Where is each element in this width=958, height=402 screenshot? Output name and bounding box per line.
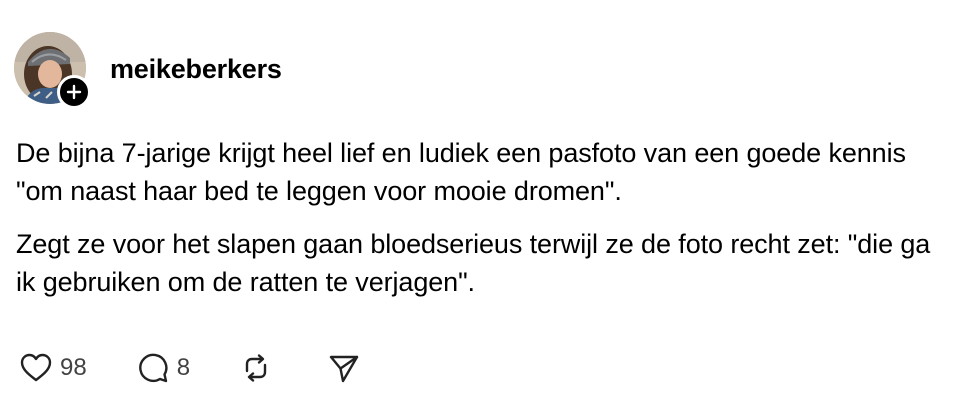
- heart-icon: [20, 353, 52, 382]
- like-button[interactable]: 98: [18, 350, 87, 386]
- speech-bubble-icon: [138, 353, 168, 383]
- plus-icon: [66, 84, 82, 100]
- repost-button[interactable]: [238, 350, 274, 386]
- avatar-container: [14, 32, 91, 109]
- reply-count: 8: [176, 354, 191, 381]
- follow-button[interactable]: [57, 75, 91, 109]
- send-icon: [329, 355, 359, 383]
- post-paragraph: Zegt ze voor het slapen gaan bloedserieu…: [16, 229, 931, 297]
- action-bar: 98 8: [18, 348, 362, 388]
- post-paragraph: De bijna 7-jarige krijgt heel lief en lu…: [16, 138, 906, 206]
- username[interactable]: meikeberkers: [110, 54, 282, 85]
- like-count: 98: [60, 354, 87, 381]
- share-button[interactable]: [326, 350, 362, 386]
- repost-icon: [245, 354, 267, 382]
- threads-post: meikeberkers De bijna 7-jarige krijgt he…: [0, 0, 958, 402]
- reply-button[interactable]: 8: [135, 350, 190, 386]
- post-body: De bijna 7-jarige krijgt heel lief en lu…: [16, 134, 946, 316]
